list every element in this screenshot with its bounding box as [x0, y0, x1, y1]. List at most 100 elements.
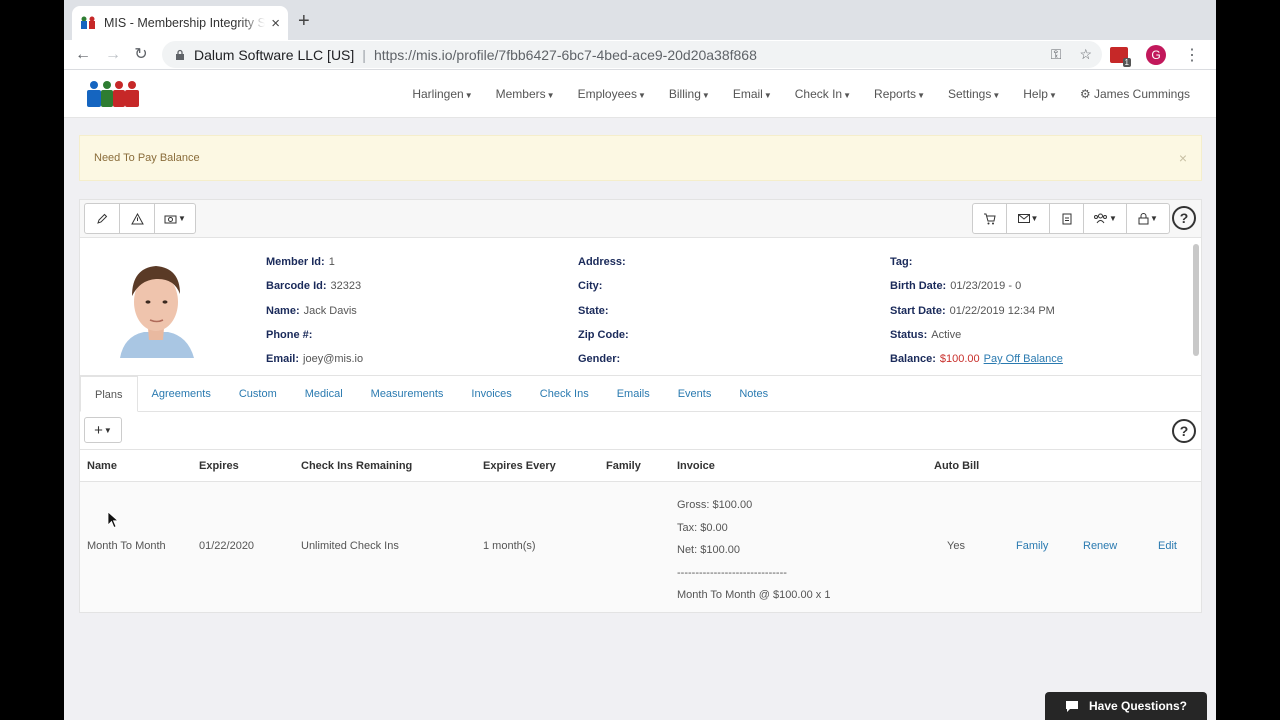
tab-measurements[interactable]: Measurements — [357, 376, 458, 412]
tab-events[interactable]: Events — [664, 376, 726, 412]
plans-toolbar: + ▼ ? — [80, 412, 1201, 450]
col-expires: Expires — [199, 460, 239, 472]
plans-table: Name Expires Check Ins Remaining Expires… — [80, 450, 1201, 612]
profile-avatar[interactable]: G — [1146, 44, 1166, 65]
reload-icon[interactable]: ↻ — [130, 44, 152, 66]
extension-icon[interactable]: 1 — [1110, 46, 1131, 67]
member-id-label: Member Id: — [266, 256, 325, 268]
tab-custom[interactable]: Custom — [225, 376, 291, 412]
member-id-row: Member Id: 1 — [266, 250, 363, 274]
plan-checkins: Unlimited Check Ins — [301, 540, 399, 552]
tab-emails[interactable]: Emails — [603, 376, 664, 412]
caret-down-icon: ▼ — [917, 91, 925, 100]
lock-icon — [176, 49, 184, 60]
users-icon — [1094, 213, 1108, 224]
table-header: Name Expires Check Ins Remaining Expires… — [80, 450, 1201, 482]
add-plan-button[interactable]: + ▼ — [84, 417, 122, 443]
forward-icon[interactable]: → — [102, 44, 124, 66]
chat-widget-button[interactable]: Have Questions? — [1045, 692, 1207, 720]
screen: MIS - Membership Integrity System × + ← … — [64, 0, 1216, 720]
new-tab-button[interactable]: + — [298, 10, 310, 33]
document-icon — [1062, 213, 1071, 224]
camera-button[interactable]: ▼ — [154, 203, 196, 234]
tab-medical[interactable]: Medical — [291, 376, 357, 412]
plan-every: 1 month(s) — [483, 540, 536, 552]
family-link[interactable]: Family — [1016, 540, 1048, 552]
page-body: Need To Pay Balance × ▼ ▼ ▼ ▼ ? Member I… — [64, 118, 1216, 720]
tab-check-ins[interactable]: Check Ins — [526, 376, 603, 412]
alert-close-icon[interactable]: × — [1179, 150, 1187, 166]
caret-down-icon: ▼ — [103, 425, 112, 435]
chat-bubble-icon — [1065, 700, 1078, 712]
nav-email[interactable]: Email▼ — [733, 87, 772, 101]
tab-notes[interactable]: Notes — [725, 376, 782, 412]
renew-link[interactable]: Renew — [1083, 540, 1117, 552]
nav-help[interactable]: Help▼ — [1023, 87, 1057, 101]
barcode-row: Barcode Id: 32323 — [266, 274, 363, 298]
email-value: joey@mis.io — [303, 353, 364, 366]
mis-logo[interactable] — [86, 79, 140, 109]
status-value: Active — [931, 328, 962, 341]
start-date-label: Start Date: — [890, 304, 946, 317]
nav-label: Members — [495, 87, 546, 101]
mis-favicon-icon — [81, 16, 95, 29]
nav-employees[interactable]: Employees▼ — [578, 87, 646, 101]
zip-row: Zip Code: — [578, 323, 633, 347]
tag-row: Tag: — [890, 250, 1063, 274]
nav-label: Harlingen — [412, 87, 464, 101]
nav-check-in[interactable]: Check In▼ — [795, 87, 851, 101]
gender-label: Gender: — [578, 353, 621, 366]
browser-tab[interactable]: MIS - Membership Integrity System × — [72, 6, 288, 40]
nav-user[interactable]: ⚙ James Cummings — [1080, 87, 1190, 101]
pay-off-balance-link[interactable]: Pay Off Balance — [984, 353, 1063, 365]
profile-col-2: Address: City: State: Zip Code: Gender: — [578, 250, 633, 371]
edit-link[interactable]: Edit — [1158, 540, 1177, 552]
help-icon[interactable]: ? — [1172, 206, 1196, 230]
back-icon[interactable]: ← — [72, 44, 94, 66]
nav-harlingen[interactable]: Harlingen▼ — [412, 87, 472, 101]
browser-menu-icon[interactable]: ⋮ — [1184, 45, 1200, 65]
tab-close-icon[interactable]: × — [271, 15, 280, 32]
birth-date-label: Birth Date: — [890, 280, 947, 293]
tab-plans[interactable]: Plans — [80, 376, 138, 412]
nav-members[interactable]: Members▼ — [496, 87, 555, 101]
caret-down-icon: ▼ — [1048, 91, 1057, 100]
nav-settings[interactable]: Settings▼ — [948, 87, 1000, 101]
plan-name: Month To Month — [87, 540, 166, 552]
col-invoice: Invoice — [677, 460, 715, 472]
email-button[interactable]: ▼ — [1006, 203, 1050, 234]
birth-date-value: 01/23/2019 - 0 — [950, 280, 1022, 293]
tab-invoices[interactable]: Invoices — [457, 376, 525, 412]
table-row: Month To Month 01/22/2020 Unlimited Chec… — [80, 482, 1201, 612]
nav-label: Billing — [668, 87, 701, 101]
edit-button[interactable] — [84, 203, 120, 234]
alert-message: Need To Pay Balance — [94, 152, 200, 164]
email-label: Email: — [266, 353, 300, 366]
address-bar[interactable]: Dalum Software LLC [US] | https://mis.io… — [162, 41, 1102, 68]
profile-col-3: Tag: Birth Date: 01/23/2019 - 0 Start Dat… — [890, 250, 1063, 371]
nav-reports[interactable]: Reports▼ — [874, 87, 925, 101]
document-button[interactable] — [1049, 203, 1084, 234]
nav-label: Settings — [947, 87, 992, 101]
warning-button[interactable] — [119, 203, 155, 234]
url-text: https://mis.io/profile/7fbb6427-6bc7-4be… — [373, 46, 757, 63]
plan-autobill: Yes — [947, 540, 965, 552]
cart-icon — [984, 213, 996, 224]
extension-badge-count: 1 — [1122, 57, 1131, 67]
member-photo — [114, 254, 198, 358]
lock-button[interactable]: ▼ — [1126, 203, 1170, 234]
nav-billing[interactable]: Billing▼ — [669, 87, 710, 101]
key-icon[interactable]: ⚿ — [1051, 46, 1062, 63]
caret-down-icon: ▼ — [546, 91, 555, 100]
star-icon[interactable]: ☆ — [1079, 46, 1092, 63]
address-row: Address: — [578, 250, 633, 274]
profile-scrollbar[interactable] — [1193, 244, 1199, 356]
col-name: Name — [87, 460, 117, 472]
cart-button[interactable] — [972, 203, 1007, 234]
caret-down-icon: ▼ — [637, 91, 646, 100]
plans-help-icon[interactable]: ? — [1172, 419, 1196, 443]
warning-icon — [130, 212, 144, 224]
tab-agreements[interactable]: Agreements — [138, 376, 225, 412]
member-tabs: Plans Agreements Custom Medical Measurem… — [80, 376, 1201, 412]
group-button[interactable]: ▼ — [1083, 203, 1127, 234]
